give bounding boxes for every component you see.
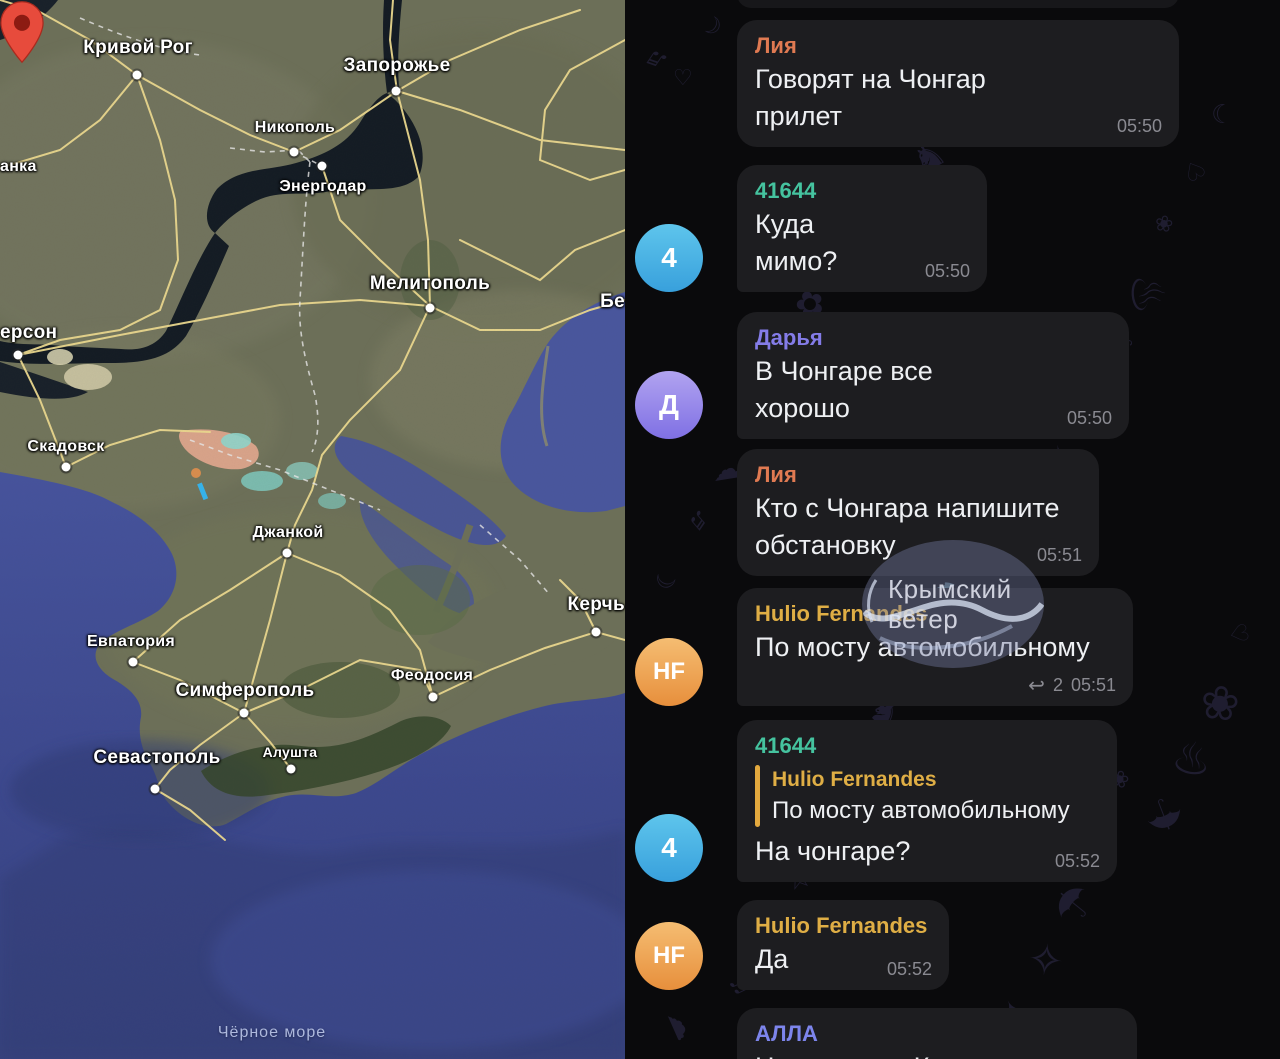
avatar[interactable]: Д: [635, 371, 703, 439]
avatar[interactable]: 4: [635, 224, 703, 292]
city-dot: [62, 463, 71, 472]
city-dot: [133, 71, 142, 80]
map-label-sevastopol: Севастополь: [93, 747, 220, 769]
city-dot: [240, 709, 249, 718]
map-label-kerch: Керчь: [567, 594, 625, 616]
sender-name[interactable]: Hulio Fernandes: [755, 911, 931, 941]
city-dot: [14, 351, 23, 360]
city-dot: [392, 87, 401, 96]
map-label-nikopol: Никополь: [255, 119, 335, 137]
map-label-simferopol: Симферополь: [175, 680, 314, 702]
reply-quote[interactable]: Hulio Fernandes По мосту автомобильному: [755, 765, 1099, 827]
message-row: Д Дарья В Чонгаре все хорошо 05:50: [625, 312, 1280, 439]
watermark-wave: [862, 540, 1044, 668]
telegram-chat-panel[interactable]: ♡☆♪☂☾✉⚓♨♬✿✦❀☁♞✧♡☆♪☂☾✉⚓♨♬✿✦❀☁♞✧♡☆♪☂☾✉⚓♨♬✿…: [625, 0, 1280, 1059]
map-label-anka-partial: анка: [0, 158, 37, 176]
sender-name[interactable]: Лия: [755, 31, 1161, 61]
map-pin[interactable]: [0, 0, 44, 64]
message-bubble[interactable]: 41644 Куда мимо? 05:50: [737, 165, 987, 292]
reply-quote-bar: [755, 765, 760, 827]
reply-count[interactable]: 2: [1053, 675, 1063, 696]
message-time: 05:52: [1055, 851, 1100, 872]
message-time: 05:52: [887, 959, 932, 980]
message-row: 4 41644 Куда мимо? 05:50: [625, 165, 1280, 292]
message-bubble[interactable]: Hulio Fernandes Да 05:52: [737, 900, 949, 990]
map-label-krivoy-rog: Кривой Рог: [83, 37, 193, 59]
message-meta: ↩ 2 05:51: [1028, 673, 1116, 698]
map-label-evpatoria: Евпатория: [87, 633, 175, 651]
sender-name[interactable]: АЛЛА: [755, 1019, 1119, 1049]
map-label-black-sea: Чёрное море: [218, 1024, 326, 1042]
city-dot: [592, 628, 601, 637]
message-row: HF Hulio Fernandes Да 05:52: [625, 900, 1280, 990]
chat-message-list[interactable]: Лия Говорят на Чонгар прилет 05:50 4 416…: [625, 0, 1280, 1059]
map-label-kherson-partial: ерсон: [0, 322, 57, 344]
message-bubble[interactable]: 41644 Hulio Fernandes По мосту автомобил…: [737, 720, 1117, 882]
avatar[interactable]: HF: [635, 638, 703, 706]
map-label-alushta: Алушта: [263, 744, 318, 760]
map-label-feodosia: Феодосия: [391, 667, 473, 685]
city-dot: [290, 148, 299, 157]
map-label-melitopol: Мелитополь: [370, 273, 490, 295]
message-text: Говорят на Чонгар прилет: [755, 61, 1161, 135]
reply-count-icon[interactable]: ↩: [1028, 673, 1045, 698]
city-dot: [129, 658, 138, 667]
message-bubble[interactable]: Дарья В Чонгаре все хорошо 05:50: [737, 312, 1129, 439]
city-dot: [318, 162, 327, 171]
map-label-energodar: Энергодар: [279, 178, 366, 196]
message-text: На чонгаре?: [755, 833, 1099, 870]
avatar[interactable]: HF: [635, 922, 703, 990]
map-label-be-partial: Бе: [600, 291, 625, 313]
city-dot: [426, 304, 435, 313]
channel-watermark: Крымский ветер: [862, 540, 1044, 668]
city-dot: [283, 549, 292, 558]
city-dot: [429, 693, 438, 702]
message-row: Лия Говорят на Чонгар прилет 05:50: [625, 20, 1280, 147]
city-dot: [151, 785, 160, 794]
message-row: АЛЛА На въезде в Крым разворачивают всех…: [625, 1008, 1280, 1059]
message-bubble[interactable]: АЛЛА На въезде в Крым разворачивают всех…: [737, 1008, 1137, 1059]
sender-name[interactable]: Лия: [755, 460, 1081, 490]
message-time: 05:50: [925, 261, 970, 282]
reply-quote-text: По мосту автомобильному: [772, 795, 1070, 827]
message-time: 05:51: [1071, 675, 1116, 696]
avatar[interactable]: 4: [635, 814, 703, 882]
city-dot: [287, 765, 296, 774]
reply-quote-sender: Hulio Fernandes: [772, 765, 1070, 795]
message-bubble[interactable]: Лия Говорят на Чонгар прилет 05:50: [737, 20, 1179, 147]
screenshot-stage: Кривой Рог Запорожье Никополь Энергодар …: [0, 0, 1280, 1059]
map-canvas[interactable]: Кривой Рог Запорожье Никополь Энергодар …: [0, 0, 625, 1059]
sender-name[interactable]: 41644: [755, 731, 1099, 761]
message-text: В Чонгаре все хорошо: [755, 353, 1111, 427]
map-label-dzhankoy: Джанкой: [252, 524, 323, 542]
message-text: Кто с Чонгара напишите: [755, 490, 1081, 527]
sender-name[interactable]: 41644: [755, 176, 969, 206]
message-row: 4 41644 Hulio Fernandes По мосту автомоб…: [625, 720, 1280, 882]
map-label-zaporozhye: Запорожье: [344, 55, 451, 77]
message-time: 05:50: [1067, 408, 1112, 429]
map-label-skadovsk: Скадовск: [27, 438, 104, 456]
sender-name[interactable]: Дарья: [755, 323, 1111, 353]
message-time: 05:50: [1117, 116, 1162, 137]
message-text: На въезде в Крым: [755, 1049, 1119, 1059]
